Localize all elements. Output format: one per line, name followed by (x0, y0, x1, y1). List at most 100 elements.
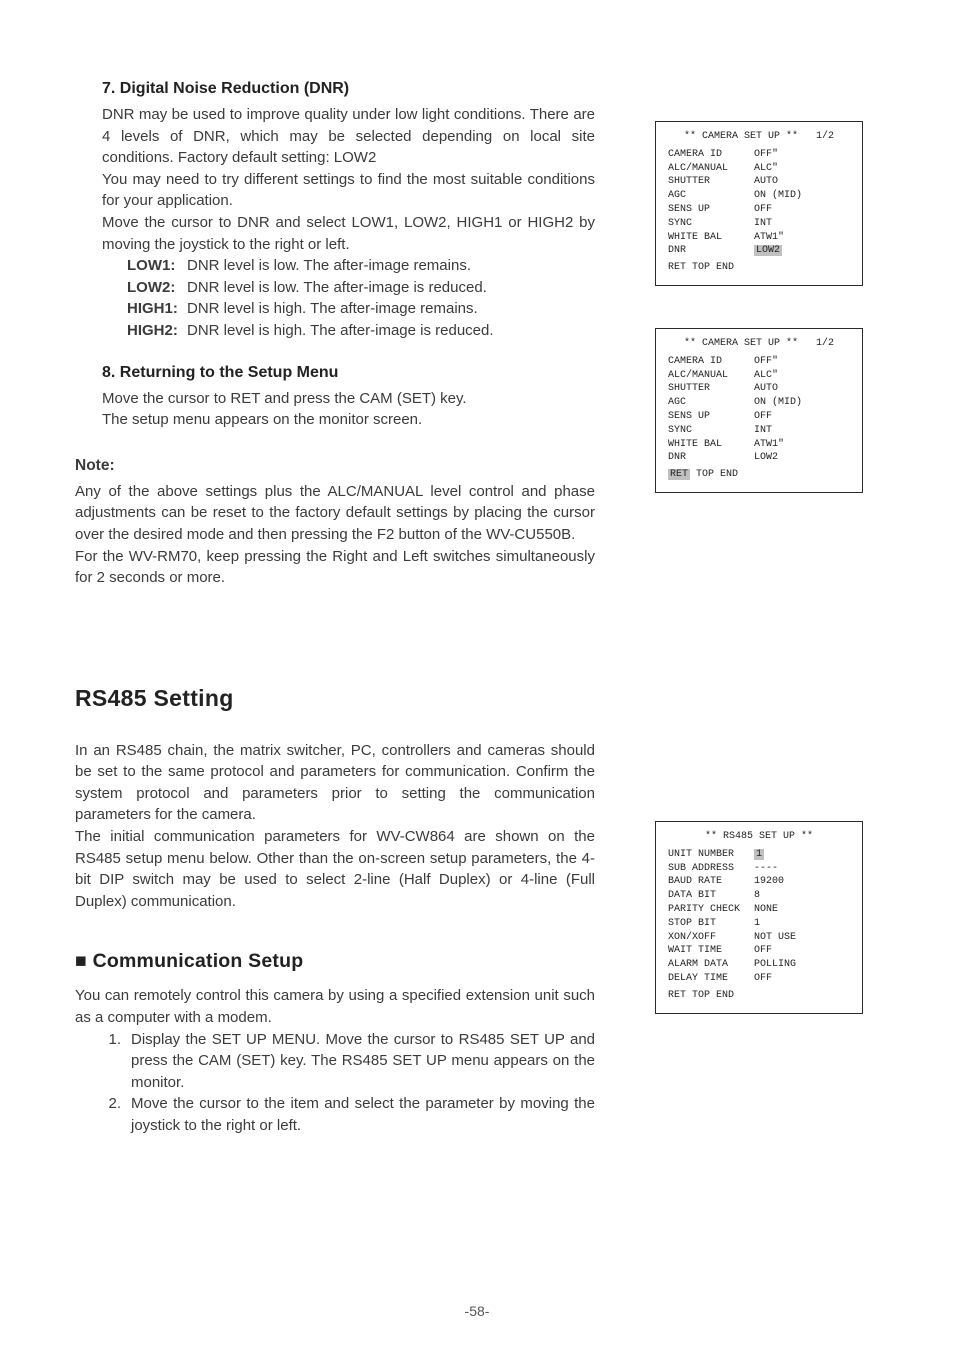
camera-setup-screen-2: ** CAMERA SET UP ** 1/2 CAMERA ID OFF"AL… (655, 328, 863, 493)
screen-row: ALC/MANUAL ALC" (668, 369, 850, 383)
row-value: ---- (746, 862, 850, 876)
row-label: SENS UP (668, 410, 746, 424)
row-label: SHUTTER (668, 382, 746, 396)
dnr-level-list: LOW1: DNR level is low. The after-image … (127, 255, 595, 341)
step-number: 2. (101, 1093, 131, 1136)
screen-footer: RET TOP END (668, 261, 850, 275)
screen-row: STOP BIT 1 (668, 917, 850, 931)
highlighted-value: 1 (754, 849, 764, 860)
highlighted-value: LOW2 (754, 245, 782, 256)
screen-row: CAMERA ID OFF" (668, 148, 850, 162)
screen-rows: CAMERA ID OFF"ALC/MANUAL ALC"SHUTTER AUT… (668, 355, 850, 465)
step-2-text: Move the cursor to the item and select t… (131, 1093, 595, 1136)
row-value: 1 (746, 917, 850, 931)
row-value: ALC" (746, 162, 850, 176)
dnr-desc: DNR level is high. The after-image remai… (187, 298, 478, 320)
screen-row: WHITE BAL ATW1" (668, 231, 850, 245)
dnr-label: HIGH1: (127, 298, 187, 320)
row-value: INT (746, 217, 850, 231)
row-label: WHITE BAL (668, 438, 746, 452)
footer-text: RET TOP END (668, 989, 734, 1003)
row-value: AUTO (746, 382, 850, 396)
row-label: DNR (668, 451, 746, 465)
screen-footer: RET TOP END (668, 989, 850, 1003)
screen-row: BAUD RATE 19200 (668, 875, 850, 889)
row-label: AGC (668, 396, 746, 410)
row-label: SYNC (668, 217, 746, 231)
section-7-number: 7. (102, 80, 115, 97)
section-7-heading: 7. Digital Noise Reduction (DNR) (102, 80, 595, 98)
step-number: 1. (101, 1029, 131, 1094)
row-value: ATW1" (746, 231, 850, 245)
page: 7. Digital Noise Reduction (DNR) DNR may… (0, 0, 954, 1349)
row-value: POLLING (746, 958, 850, 972)
screen-row: SHUTTER AUTO (668, 175, 850, 189)
list-item: 2. Move the cursor to the item and selec… (101, 1093, 595, 1136)
screen-row: CAMERA ID OFF" (668, 355, 850, 369)
dnr-row: LOW2: DNR level is low. The after-image … (127, 277, 595, 299)
side-column: ** CAMERA SET UP ** 1/2 CAMERA ID OFF"AL… (655, 121, 863, 1056)
section-8-p1: Move the cursor to RET and press the CAM… (102, 388, 595, 410)
page-number: -58- (0, 1303, 954, 1319)
section-7-p3: Move the cursor to DNR and select LOW1, … (102, 212, 595, 255)
screen-row: SHUTTER AUTO (668, 382, 850, 396)
screen-row: WHITE BAL ATW1" (668, 438, 850, 452)
row-label: STOP BIT (668, 917, 746, 931)
screen-row: ALARM DATA POLLING (668, 958, 850, 972)
dnr-label: LOW2: (127, 277, 187, 299)
note-p2: For the WV-RM70, keep pressing the Right… (75, 546, 595, 589)
row-value: ATW1" (746, 438, 850, 452)
screen-rows: UNIT NUMBER 1SUB ADDRESS ----BAUD RATE 1… (668, 848, 850, 986)
dnr-row: HIGH2: DNR level is high. The after-imag… (127, 320, 595, 342)
row-value: 19200 (746, 875, 850, 889)
screen-footer: RET TOP END (668, 468, 850, 482)
row-value: OFF (746, 203, 850, 217)
row-label: CAMERA ID (668, 355, 746, 369)
comm-steps-list: 1. Display the SET UP MENU. Move the cur… (101, 1029, 595, 1137)
note-p1: Any of the above settings plus the ALC/M… (75, 481, 595, 546)
screen-title: ** RS485 SET UP ** (668, 830, 850, 844)
screen-row: DNR LOW2 (668, 451, 850, 465)
row-label: AGC (668, 189, 746, 203)
row-label: SYNC (668, 424, 746, 438)
row-label: ALC/MANUAL (668, 162, 746, 176)
screen-title: ** CAMERA SET UP ** 1/2 (668, 337, 850, 351)
section-8-p2: The setup menu appears on the monitor sc… (102, 409, 595, 431)
row-value: LOW2 (746, 244, 850, 258)
row-value: NONE (746, 903, 850, 917)
screen-row: SYNC INT (668, 217, 850, 231)
screen-row: UNIT NUMBER 1 (668, 848, 850, 862)
row-label: PARITY CHECK (668, 903, 746, 917)
screen-row: PARITY CHECK NONE (668, 903, 850, 917)
rs485-intro-p2: The initial communication parameters for… (75, 826, 595, 912)
rs485-heading: RS485 Setting (75, 685, 595, 712)
row-value: ON (MID) (746, 189, 850, 203)
screen-row: DNR LOW2 (668, 244, 850, 258)
row-label: WHITE BAL (668, 231, 746, 245)
screen-row: DATA BIT 8 (668, 889, 850, 903)
screen-row: SENS UP OFF (668, 410, 850, 424)
screen-row: AGC ON (MID) (668, 396, 850, 410)
row-label: CAMERA ID (668, 148, 746, 162)
row-value: NOT USE (746, 931, 850, 945)
section-8-title: Returning to the Setup Menu (120, 364, 339, 381)
row-value: OFF (746, 972, 850, 986)
list-item: 1. Display the SET UP MENU. Move the cur… (101, 1029, 595, 1094)
row-value: 8 (746, 889, 850, 903)
footer-text: RET TOP END (668, 468, 738, 482)
row-value: OFF" (746, 148, 850, 162)
row-value: OFF (746, 944, 850, 958)
comm-setup-heading: ■ Communication Setup (75, 950, 595, 973)
section-8-heading: 8. Returning to the Setup Menu (102, 364, 595, 382)
screen-title: ** CAMERA SET UP ** 1/2 (668, 130, 850, 144)
row-label: DELAY TIME (668, 972, 746, 986)
row-value: INT (746, 424, 850, 438)
left-column: 7. Digital Noise Reduction (DNR) DNR may… (75, 80, 595, 1137)
dnr-desc: DNR level is low. The after-image remain… (187, 255, 471, 277)
screen-row: SUB ADDRESS ---- (668, 862, 850, 876)
dnr-row: HIGH1: DNR level is high. The after-imag… (127, 298, 595, 320)
row-label: SENS UP (668, 203, 746, 217)
screen-row: SYNC INT (668, 424, 850, 438)
screen-rows: CAMERA ID OFF"ALC/MANUAL ALC"SHUTTER AUT… (668, 148, 850, 258)
row-label: SHUTTER (668, 175, 746, 189)
